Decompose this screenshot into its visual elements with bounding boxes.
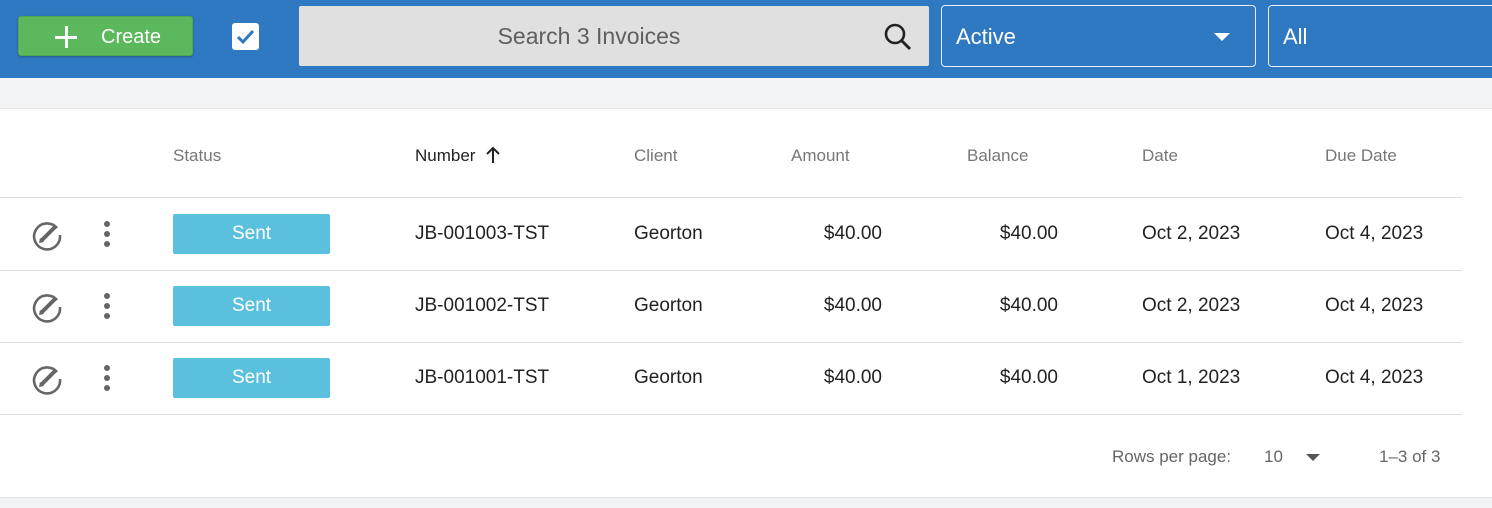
status-badge: Sent <box>173 358 330 398</box>
column-header-status[interactable]: Status <box>173 146 221 166</box>
column-header-due-date[interactable]: Due Date <box>1325 146 1397 166</box>
amount: $40.00 <box>823 367 882 388</box>
column-header-number-label: Number <box>415 146 476 165</box>
date: Oct 1, 2023 <box>1142 367 1241 388</box>
search-box <box>299 6 929 66</box>
table-row[interactable]: Sent JB-001003-TST Georton $40.00 $40.00… <box>0 198 1462 270</box>
more-vert-icon[interactable] <box>101 365 113 393</box>
due-date: Oct 4, 2023 <box>1325 223 1424 244</box>
more-vert-icon[interactable] <box>101 221 113 249</box>
client-name[interactable]: Georton <box>634 295 703 317</box>
secondary-filter-dropdown[interactable]: All <box>1268 5 1492 67</box>
divider <box>0 414 1462 415</box>
balance: $40.00 <box>999 223 1058 244</box>
chevron-down-icon[interactable] <box>1306 454 1320 461</box>
column-header-balance[interactable]: Balance <box>967 146 1028 166</box>
column-header-amount[interactable]: Amount <box>791 146 850 166</box>
secondary-filter-value: All <box>1283 24 1308 49</box>
status-filter-value: Active <box>956 24 1016 49</box>
invoice-number[interactable]: JB-001003-TST <box>415 223 549 245</box>
client-name[interactable]: Georton <box>634 223 703 245</box>
chevron-down-icon <box>1214 33 1230 41</box>
search-icon[interactable] <box>883 22 913 52</box>
due-date: Oct 4, 2023 <box>1325 295 1424 316</box>
balance: $40.00 <box>999 367 1058 388</box>
status-badge: Sent <box>173 214 330 254</box>
due-date: Oct 4, 2023 <box>1325 367 1424 388</box>
invoices-table-card: Status Number Client Amount Balance Date… <box>0 108 1492 498</box>
status-badge: Sent <box>173 286 330 326</box>
date: Oct 2, 2023 <box>1142 295 1241 316</box>
rows-per-page-select[interactable]: 10 <box>1264 447 1283 467</box>
edit-icon[interactable] <box>30 218 64 252</box>
table-row[interactable]: Sent JB-001002-TST Georton $40.00 $40.00… <box>0 270 1462 342</box>
search-input[interactable] <box>299 6 859 66</box>
amount: $40.00 <box>823 223 882 244</box>
column-header-date[interactable]: Date <box>1142 146 1178 166</box>
arrow-up-icon <box>486 146 500 163</box>
checkbox-checked-icon <box>236 29 255 45</box>
plus-icon <box>55 26 77 48</box>
top-toolbar: Create Active All <box>0 0 1492 78</box>
column-header-number[interactable]: Number <box>415 146 500 166</box>
table-row[interactable]: Sent JB-001001-TST Georton $40.00 $40.00… <box>0 342 1462 414</box>
pagination-range: 1–3 of 3 <box>1379 447 1441 466</box>
rows-per-page-label: Rows per page: <box>1112 447 1232 466</box>
invoice-number[interactable]: JB-001002-TST <box>415 295 549 317</box>
client-name[interactable]: Georton <box>634 367 703 389</box>
date: Oct 2, 2023 <box>1142 223 1241 244</box>
status-filter-dropdown[interactable]: Active <box>941 5 1256 67</box>
amount: $40.00 <box>823 295 882 316</box>
create-button[interactable]: Create <box>18 16 193 56</box>
edit-icon[interactable] <box>30 290 64 324</box>
invoice-number[interactable]: JB-001001-TST <box>415 367 549 389</box>
more-vert-icon[interactable] <box>101 293 113 321</box>
edit-icon[interactable] <box>30 362 64 396</box>
create-button-label: Create <box>101 26 162 48</box>
select-all-checkbox[interactable] <box>232 23 259 50</box>
column-header-client[interactable]: Client <box>634 146 677 166</box>
balance: $40.00 <box>999 295 1058 316</box>
